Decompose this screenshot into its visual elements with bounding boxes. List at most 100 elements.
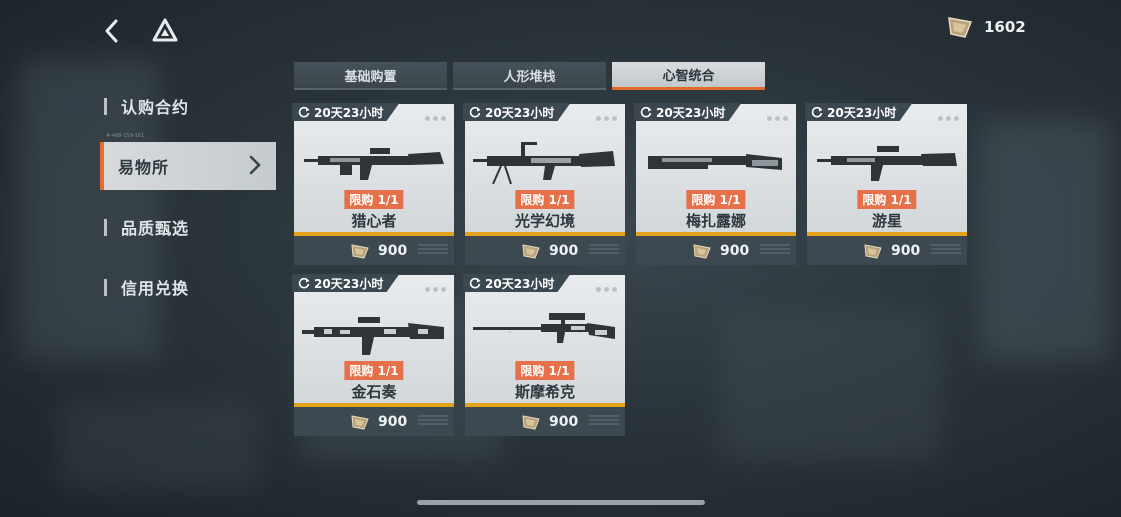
product-name: 猎心者 — [351, 212, 397, 230]
product-card[interactable]: 限购 1/1 游星 20天23小时 900 — [805, 103, 967, 265]
timer-badge: 20天23小时 — [463, 274, 571, 292]
sidebar-item-quality[interactable]: 品质甄选 — [100, 207, 272, 247]
timer-text: 20天23小时 — [314, 105, 384, 120]
sidebar-item-label: 品质甄选 — [121, 219, 190, 238]
product-card[interactable]: 限购 1/1 光学幻境 20天23小时 900 — [463, 103, 625, 265]
corner-dots — [425, 116, 446, 121]
tan-gem-icon — [522, 243, 540, 259]
timer-text: 20天23小时 — [656, 105, 726, 120]
price-bar: 900 — [294, 407, 454, 436]
product-name: 光学幻境 — [514, 212, 575, 230]
product-price: 900 — [549, 242, 579, 259]
chevron-right-icon — [249, 155, 261, 175]
price-bar: 900 — [636, 236, 796, 265]
tan-gem-icon — [864, 243, 882, 259]
tab-bar: 基础购置 人形堆栈 心智统合 — [294, 62, 765, 90]
corner-dots — [596, 116, 617, 121]
tab-mind-integration[interactable]: 心智统合 — [612, 62, 765, 90]
weapon-image — [648, 154, 782, 170]
corner-dots — [425, 287, 446, 292]
timer-badge: 20天23小时 — [805, 103, 913, 121]
weapon-image — [473, 313, 615, 343]
purchase-limit-badge: 限购 1/1 — [344, 361, 404, 380]
tan-gem-icon — [948, 17, 973, 38]
sidebar-item-label: 易物所 — [118, 158, 170, 177]
timer-badge: 20天23小时 — [634, 103, 742, 121]
product-price: 900 — [549, 413, 579, 430]
product-name: 游星 — [871, 212, 902, 230]
sidebar-item-label: 认购合约 — [121, 98, 190, 117]
product-name: 斯摩希克 — [514, 383, 575, 401]
sidebar-marker — [104, 97, 107, 115]
price-bar: 900 — [465, 236, 625, 265]
product-price: 900 — [720, 242, 750, 259]
currency-display: 1602 — [946, 14, 1026, 40]
timer-text: 20天23小时 — [827, 105, 897, 120]
tan-gem-icon — [693, 243, 711, 259]
refresh-icon — [469, 277, 481, 289]
triangle-logo-icon — [152, 18, 178, 42]
card-body: 限购 1/1 金石奏 — [294, 275, 454, 403]
price-bar-decoration — [760, 244, 790, 256]
product-name: 金石奏 — [351, 383, 397, 401]
price-bar-decoration — [589, 415, 619, 427]
tan-gem-icon — [351, 414, 369, 430]
purchase-limit-badge: 限购 1/1 — [857, 190, 917, 209]
timer-badge: 20天23小时 — [292, 274, 400, 292]
product-price: 900 — [378, 413, 408, 430]
timer-badge: 20天23小时 — [463, 103, 571, 121]
purchase-limit-badge: 限购 1/1 — [344, 190, 404, 209]
timer-text: 20天23小时 — [314, 276, 384, 291]
card-body: 限购 1/1 猎心者 — [294, 104, 454, 232]
weapon-image — [473, 142, 615, 185]
home-button[interactable] — [150, 16, 180, 46]
product-card[interactable]: 限购 1/1 斯摩希克 20天23小时 900 — [463, 274, 625, 436]
price-bar: 900 — [294, 236, 454, 265]
refresh-icon — [811, 106, 823, 118]
timer-text: 20天23小时 — [485, 105, 555, 120]
home-indicator[interactable] — [417, 500, 705, 505]
card-body: 限购 1/1 斯摩希克 — [465, 275, 625, 403]
weapon-image — [817, 146, 957, 181]
corner-dots — [767, 116, 788, 121]
tab-doll-stack[interactable]: 人形堆栈 — [453, 62, 606, 90]
sidebar-item-credit[interactable]: 信用兑换 — [100, 267, 272, 307]
timer-text: 20天23小时 — [485, 276, 555, 291]
refresh-icon — [640, 106, 652, 118]
price-bar: 900 — [807, 236, 967, 265]
refresh-icon — [469, 106, 481, 118]
price-bar-decoration — [418, 244, 448, 256]
card-body: 限购 1/1 梅扎露娜 — [636, 104, 796, 232]
product-card[interactable]: 限购 1/1 金石奏 20天23小时 900 — [292, 274, 454, 436]
product-card[interactable]: 限购 1/1 猎心者 20天23小时 900 — [292, 103, 454, 265]
sidebar-marker — [104, 278, 107, 296]
card-body: 限购 1/1 游星 — [807, 104, 967, 232]
sidebar-marker — [104, 218, 107, 236]
sidebar-item-exchange[interactable]: 易物所 — [100, 142, 276, 190]
purchase-limit-badge: 限购 1/1 — [515, 190, 575, 209]
product-price: 900 — [891, 242, 921, 259]
price-bar-decoration — [418, 415, 448, 427]
chevron-left-icon — [105, 19, 118, 43]
tab-basic-purchase[interactable]: 基础购置 — [294, 62, 447, 90]
corner-dots — [596, 287, 617, 292]
tan-gem-icon — [522, 414, 540, 430]
refresh-icon — [298, 277, 310, 289]
refresh-icon — [298, 106, 310, 118]
product-name: 梅扎露娜 — [685, 212, 746, 230]
product-card[interactable]: 限购 1/1 梅扎露娜 20天23小时 900 — [634, 103, 796, 265]
corner-dots — [938, 116, 959, 121]
product-price: 900 — [378, 242, 408, 259]
price-bar: 900 — [465, 407, 625, 436]
weapon-image — [304, 148, 444, 180]
weapon-image — [302, 317, 444, 355]
timer-badge: 20天23小时 — [292, 103, 400, 121]
sidebar-item-subscription[interactable]: 认购合约 — [100, 86, 272, 126]
tan-gem-icon — [351, 243, 369, 259]
sidebar-code-text: #-488-159-161 — [106, 133, 145, 139]
purchase-limit-badge: 限购 1/1 — [686, 190, 746, 209]
back-button[interactable] — [98, 14, 128, 48]
purchase-limit-badge: 限购 1/1 — [515, 361, 575, 380]
currency-value: 1602 — [984, 18, 1026, 36]
price-bar-decoration — [931, 244, 961, 256]
